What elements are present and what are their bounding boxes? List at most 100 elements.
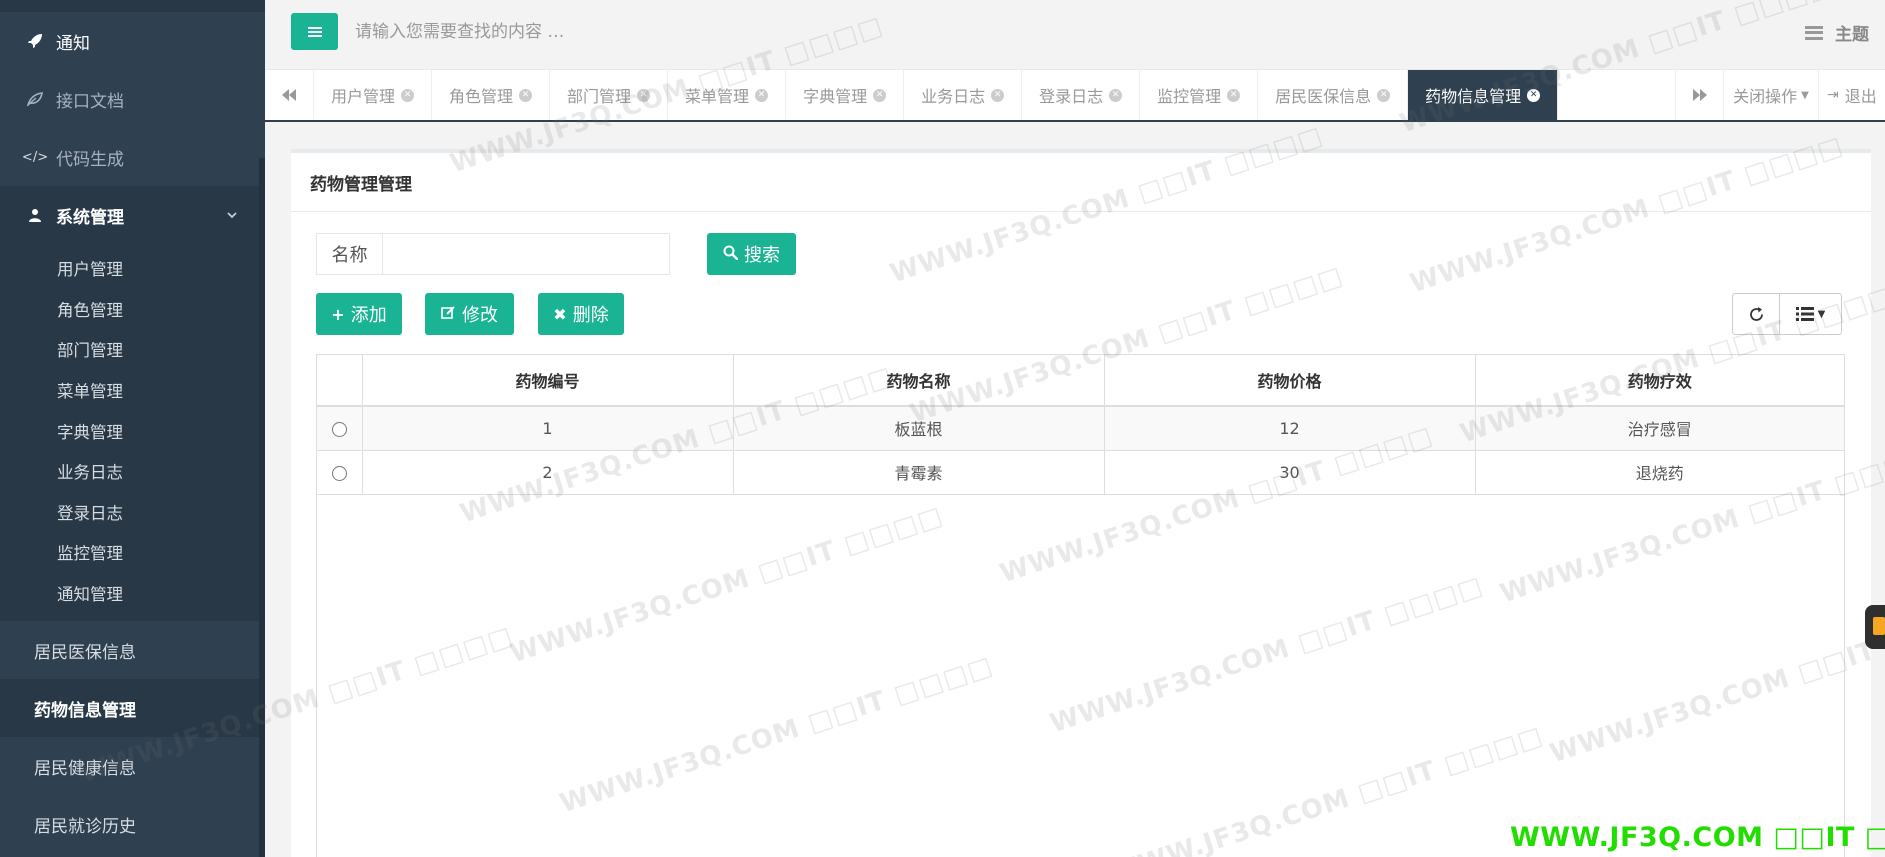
tab-close-icon[interactable]: ✕ xyxy=(1109,88,1123,102)
table-cell: 青霉素 xyxy=(733,450,1105,495)
tab-login-log[interactable]: 登录日志 ✕ xyxy=(1022,70,1141,120)
sidebar-subitem[interactable]: 通知管理 xyxy=(0,573,265,614)
tab-dept-mgmt[interactable]: 部门管理 ✕ xyxy=(550,70,669,120)
sidebar-item-drug-info[interactable]: 药物信息管理 xyxy=(0,679,265,738)
caret-down-icon: ▼ xyxy=(1817,308,1826,320)
tab-label: 部门管理 xyxy=(567,87,632,106)
row-select-cell[interactable] xyxy=(317,450,363,495)
tab-close-icon[interactable]: ✕ xyxy=(873,88,887,102)
table-toolbar: ▼ xyxy=(1732,293,1842,335)
columns-toggle-button[interactable]: ▼ xyxy=(1780,293,1842,335)
menu-toggle-button[interactable] xyxy=(291,13,338,50)
tab-dict-mgmt[interactable]: 字典管理 ✕ xyxy=(786,70,905,120)
tab-close-icon[interactable]: ✕ xyxy=(1527,88,1541,102)
tab-menu-mgmt[interactable]: 菜单管理 ✕ xyxy=(668,70,787,120)
tab-drug-info[interactable]: 药物信息管理 ✕ xyxy=(1408,70,1559,120)
sidebar-scrollbar[interactable] xyxy=(259,158,265,857)
table-header-cell[interactable]: 药物疗效 xyxy=(1475,355,1844,407)
close-operations-label: 关闭操作 xyxy=(1733,87,1798,106)
tab-user-mgmt[interactable]: 用户管理 ✕ xyxy=(314,70,433,120)
tab-label: 登录日志 xyxy=(1039,87,1104,106)
top-header: 主题 xyxy=(265,0,1885,70)
tabs-scroll-left-button[interactable] xyxy=(265,70,314,120)
table-cell: 2 xyxy=(362,450,734,495)
tab-close-icon[interactable]: ✕ xyxy=(401,88,415,102)
row-select-cell[interactable] xyxy=(317,406,363,451)
table-select-header xyxy=(317,355,363,407)
table-header-row: 药物编号 药物名称 药物价格 药物疗效 xyxy=(317,355,1844,407)
sidebar-subitem[interactable]: 登录日志 xyxy=(0,492,265,533)
global-search-input[interactable] xyxy=(355,17,855,47)
tab-close-icon[interactable]: ✕ xyxy=(637,88,651,102)
refresh-icon xyxy=(1749,306,1763,321)
tab-close-icon[interactable]: ✕ xyxy=(1227,88,1241,102)
sidebar-item-label: 代码生成 xyxy=(56,149,124,170)
search-button-label: 搜索 xyxy=(744,245,780,266)
row-radio[interactable] xyxy=(331,421,347,437)
table-header-cell[interactable]: 药物编号 xyxy=(362,355,734,407)
sidebar: 通知 接口文档 </> 代码生成 系统管理 用户管理 角色管理 部门管理 菜单管… xyxy=(0,0,265,857)
panel-title: 药物管理管理 xyxy=(291,153,1871,212)
table-header-cell[interactable]: 药物价格 xyxy=(1104,355,1476,407)
add-button[interactable]: + 添加 xyxy=(316,293,402,335)
sidebar-item-codegen[interactable]: </> 代码生成 xyxy=(0,128,265,186)
table-cell: 12 xyxy=(1104,406,1476,451)
name-search-input[interactable] xyxy=(382,233,670,275)
sidebar-subitem[interactable]: 监控管理 xyxy=(0,532,265,573)
tab-label: 菜单管理 xyxy=(685,87,750,106)
search-icon xyxy=(723,245,739,264)
sidebar-top-strip xyxy=(0,0,265,12)
tab-close-icon[interactable]: ✕ xyxy=(519,88,533,102)
sidebar-item-label: 通知 xyxy=(56,33,90,54)
table-cell: 板蓝根 xyxy=(733,406,1105,451)
sidebar-item-insurance[interactable]: 居民医保信息 xyxy=(0,621,265,679)
sidebar-item-health-info[interactable]: 居民健康信息 xyxy=(0,737,265,795)
tab-monitor[interactable]: 监控管理 ✕ xyxy=(1140,70,1259,120)
sidebar-subitem[interactable]: 字典管理 xyxy=(0,410,265,451)
logout-button[interactable]: ⇥ 退出 xyxy=(1827,70,1877,120)
tab-role-mgmt[interactable]: 角色管理 ✕ xyxy=(432,70,551,120)
table-row[interactable]: 1 板蓝根 12 治疗感冒 xyxy=(317,406,1844,451)
sidebar-subitem[interactable]: 部门管理 xyxy=(0,329,265,370)
theme-button[interactable]: 主题 xyxy=(1805,20,1869,45)
table-row[interactable]: 2 青霉素 30 退烧药 xyxy=(317,450,1844,495)
sidebar-item-visit-history[interactable]: 居民就诊历史 xyxy=(0,795,265,853)
row-radio[interactable] xyxy=(331,465,347,481)
tab-label: 用户管理 xyxy=(331,87,396,106)
edit-button[interactable]: 修改 xyxy=(425,293,514,335)
tab-label: 业务日志 xyxy=(921,87,986,106)
sidebar-subitem[interactable]: 角色管理 xyxy=(0,289,265,330)
sidebar-item-label: 接口文档 xyxy=(56,91,124,112)
drug-table: 药物编号 药物名称 药物价格 药物疗效 1 板蓝根 12 治疗感冒 2 青霉素 … xyxy=(316,354,1845,857)
delete-button[interactable]: ✖ 删除 xyxy=(538,293,624,335)
tab-close-icon[interactable]: ✕ xyxy=(755,88,769,102)
tab-label: 监控管理 xyxy=(1157,87,1222,106)
sidebar-subitem[interactable]: 业务日志 xyxy=(0,451,265,492)
side-widget-tab[interactable] xyxy=(1865,605,1885,649)
edit-button-label: 修改 xyxy=(462,305,498,326)
search-button[interactable]: 搜索 xyxy=(707,233,796,275)
sidebar-item-api-docs[interactable]: 接口文档 xyxy=(0,70,265,128)
sidebar-item-notice[interactable]: 通知 xyxy=(0,12,265,70)
tab-biz-log[interactable]: 业务日志 ✕ xyxy=(904,70,1023,120)
tabs-scroll-right-button[interactable] xyxy=(1675,70,1724,120)
tab-close-icon[interactable]: ✕ xyxy=(1377,88,1391,102)
tab-label: 字典管理 xyxy=(803,87,868,106)
tab-list: 用户管理 ✕ 角色管理 ✕ 部门管理 ✕ 菜单管理 ✕ 字典管理 ✕ 业务日志 ✕ 登录日志… xyxy=(314,70,1559,120)
close-operations-dropdown[interactable]: 关闭操作 ▼ xyxy=(1724,70,1819,120)
refresh-button[interactable] xyxy=(1732,293,1780,335)
rocket-icon xyxy=(22,33,48,49)
tab-close-icon[interactable]: ✕ xyxy=(991,88,1005,102)
table-cell: 退烧药 xyxy=(1475,450,1844,495)
sidebar-group-system[interactable]: 系统管理 xyxy=(0,186,265,244)
sidebar-subitem[interactable]: 用户管理 xyxy=(0,248,265,289)
tab-label: 角色管理 xyxy=(449,87,514,106)
sign-out-icon: ⇥ xyxy=(1827,87,1839,103)
tab-label: 药物信息管理 xyxy=(1425,87,1522,106)
remove-icon: ✖ xyxy=(553,304,567,324)
add-button-label: 添加 xyxy=(350,305,387,326)
sidebar-subitem[interactable]: 菜单管理 xyxy=(0,370,265,411)
tab-insurance[interactable]: 居民医保信息 ✕ xyxy=(1258,70,1409,120)
logout-label: 退出 xyxy=(1844,87,1877,106)
table-header-cell[interactable]: 药物名称 xyxy=(733,355,1105,407)
